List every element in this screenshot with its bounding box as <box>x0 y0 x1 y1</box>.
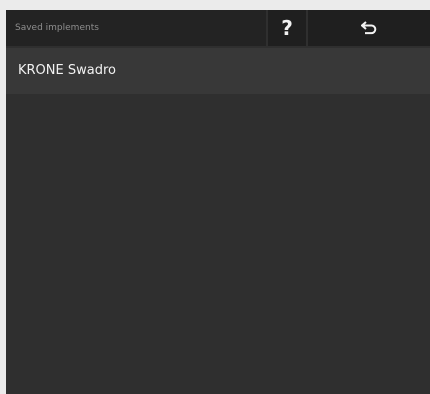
help-button[interactable]: ? <box>268 10 306 46</box>
back-button[interactable] <box>308 10 430 46</box>
header-bar: Saved implements ? <box>6 10 430 46</box>
implement-screen: Saved implements ? KRONE Swadro <box>6 10 430 394</box>
page-title: Saved implements <box>6 10 266 46</box>
back-arrow-icon <box>361 21 377 35</box>
implement-list: KRONE Swadro <box>6 48 430 94</box>
list-item-krone-swadro[interactable]: KRONE Swadro <box>6 48 430 94</box>
